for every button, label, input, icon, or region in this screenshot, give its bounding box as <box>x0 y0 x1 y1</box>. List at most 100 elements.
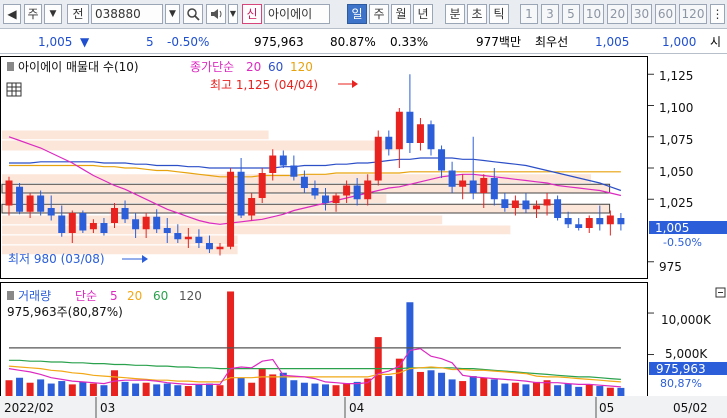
volume-bar <box>395 358 403 396</box>
code-dropdown-icon[interactable]: ▼ <box>165 4 180 24</box>
period-dropdown-icon[interactable]: ▼ <box>44 4 62 24</box>
volume-bar <box>311 383 319 396</box>
volume-bar <box>480 377 488 396</box>
volume-bar <box>79 381 87 396</box>
volume-bar <box>596 386 604 396</box>
volume-bar <box>132 383 140 396</box>
volume-tick-5000k: 5,000K <box>665 347 708 361</box>
candle-body <box>195 236 203 243</box>
volume-bar <box>554 385 562 396</box>
stock-chart[interactable]: 아이에이 매물대 수(10) 종가단순 20 60 120 최고 1,125 (… <box>0 56 727 418</box>
volume-bar <box>606 387 614 396</box>
axis-current-ratio: 80,87% <box>660 377 702 390</box>
interval-3[interactable]: 3 <box>541 4 559 24</box>
chart-area[interactable]: 아이에이 매물대 수(10) 종가단순 20 60 120 최고 1,125 (… <box>0 56 727 418</box>
turnover-rate: 0.33% <box>390 35 429 49</box>
candle-body <box>205 243 213 250</box>
price-pane-frame <box>0 56 648 279</box>
period-tab-day[interactable]: 일 <box>347 4 367 24</box>
candle-body <box>37 195 45 212</box>
volume-legend-ma: 단순 <box>75 289 97 303</box>
more-icon[interactable]: ⋮ <box>710 4 725 24</box>
period-tab-tick[interactable]: 틱 <box>489 4 509 24</box>
candle-body <box>290 165 298 177</box>
interval-60[interactable]: 60 <box>655 4 676 24</box>
price-legend-marker <box>7 62 14 71</box>
interval-120[interactable]: 120 <box>679 4 707 24</box>
volume-bar <box>121 381 129 396</box>
new-badge[interactable]: 신 <box>242 4 262 24</box>
axis-current-change: -0.50% <box>663 236 702 249</box>
volume-bar <box>248 382 256 396</box>
volume-legend-ma5: 5 <box>110 289 118 303</box>
candle-body <box>490 178 498 200</box>
candle-body <box>617 218 625 225</box>
quote-tail: 시 <box>710 35 722 49</box>
interval-10[interactable]: 10 <box>583 4 604 24</box>
candle-body <box>311 188 319 196</box>
volume-bar <box>37 379 45 396</box>
price-legend-ma120: 120 <box>290 60 313 74</box>
axis-current-price: 1,005 <box>655 221 689 235</box>
axis-current-volume: 975,963 <box>656 362 706 376</box>
volume-bar <box>174 385 182 396</box>
stock-code-input[interactable]: 038880 <box>91 4 163 24</box>
candle-body <box>554 199 562 218</box>
candle-body <box>237 171 245 216</box>
collapse-pane-icon[interactable] <box>715 287 726 298</box>
volume-profile-bar <box>2 140 399 151</box>
volume-bar <box>184 386 192 396</box>
speaker-icon[interactable] <box>206 4 226 24</box>
candle-body <box>416 124 424 143</box>
date-label-05: 05 <box>599 401 614 415</box>
volume-bar <box>332 385 340 396</box>
period-select[interactable]: 주 <box>24 4 42 24</box>
volume-bar <box>26 382 34 396</box>
interval-5[interactable]: 5 <box>562 4 580 24</box>
volume-bar <box>300 382 308 396</box>
candle-body <box>501 199 509 208</box>
candle-body <box>216 246 224 250</box>
candle-body <box>269 155 277 173</box>
candle-body <box>511 200 519 208</box>
volume-bar <box>427 370 435 396</box>
candle-body <box>5 180 13 206</box>
grid-table-icon[interactable] <box>6 82 22 97</box>
prev-button[interactable]: 전 <box>67 4 89 24</box>
candle-body <box>132 219 140 230</box>
volume-bar <box>374 337 382 396</box>
price-tick-1050: 1,050 <box>659 165 693 179</box>
period-tab-minute[interactable]: 분 <box>445 4 465 24</box>
candle-body <box>406 111 414 143</box>
best-ask: 1,005 <box>595 35 630 49</box>
best-bid: 1,000 <box>662 35 697 49</box>
volume-bar <box>448 379 456 396</box>
price-legend-ma: 종가단순 <box>190 60 234 74</box>
period-tab-year[interactable]: 년 <box>413 4 433 24</box>
period-tab-week[interactable]: 주 <box>369 4 389 24</box>
interval-1[interactable]: 1 <box>520 4 538 24</box>
candle-body <box>606 215 614 225</box>
period-tab-second[interactable]: 초 <box>467 4 487 24</box>
candle-body <box>522 200 530 210</box>
speaker-dropdown-icon[interactable]: ▼ <box>228 4 238 24</box>
period-tab-month[interactable]: 월 <box>391 4 411 24</box>
candle-body <box>427 124 435 150</box>
candle-body <box>596 218 604 225</box>
candle-body <box>480 178 488 193</box>
date-label-2022-02: 2022/02 <box>4 401 54 415</box>
volume-bar <box>269 374 277 396</box>
volume-profile-bar <box>2 130 269 140</box>
candle-body <box>58 215 66 233</box>
price-tick-975: 975 <box>659 260 682 274</box>
scroll-left-icon[interactable]: ◀ <box>3 4 21 24</box>
price-tick-1025: 1,025 <box>659 196 693 210</box>
candle-body <box>448 170 456 187</box>
candle-body <box>258 173 266 198</box>
interval-30[interactable]: 30 <box>631 4 652 24</box>
volume-bar <box>195 384 203 396</box>
search-icon[interactable] <box>183 4 203 24</box>
volume-tick-10000k: 10,000K <box>661 313 712 327</box>
interval-20[interactable]: 20 <box>607 4 628 24</box>
candle-body <box>184 236 192 240</box>
